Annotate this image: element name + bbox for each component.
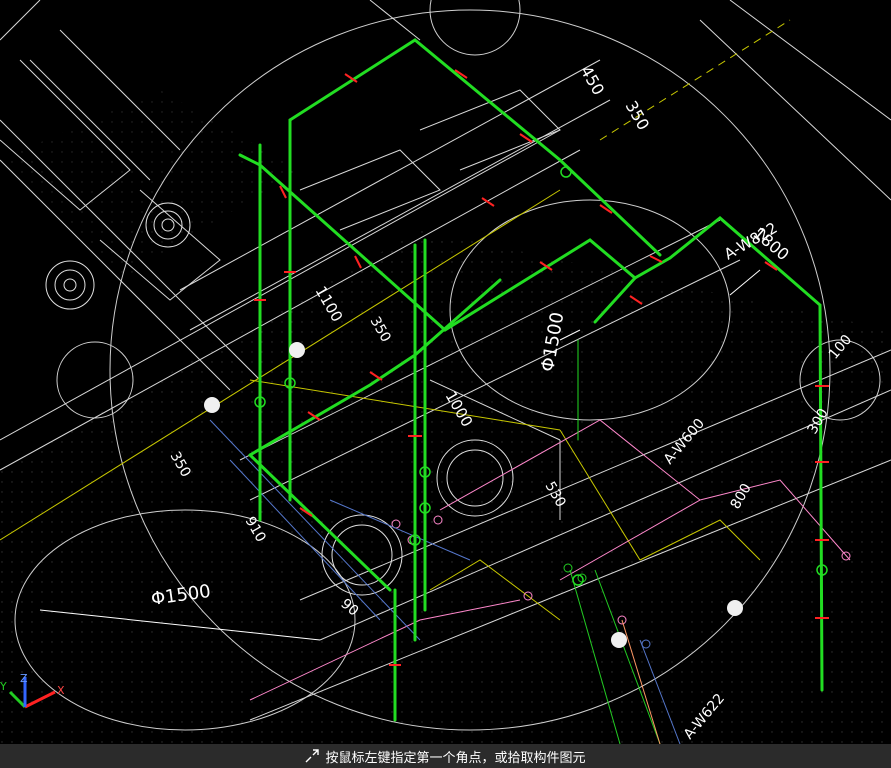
axis-z-label: Z (20, 672, 28, 685)
pipe-main-top (288, 38, 662, 257)
dim-450: 450 (577, 63, 609, 99)
select-cursor-icon (305, 749, 320, 763)
axis-x-label: X (57, 684, 65, 697)
dim-350: 350 (622, 98, 654, 134)
command-status-bar: 按鼠标左键指定第一个角点，或拾取构件图元 (0, 744, 891, 768)
ucs-axis-icon: X Y Z (0, 672, 65, 709)
command-prompt-text: 按鼠标左键指定第一个角点，或拾取构件图元 (325, 750, 586, 766)
pipe-branch (633, 256, 672, 280)
hatch-regions (0, 90, 891, 744)
axis-y-label: Y (0, 680, 7, 693)
drawing-canvas[interactable]: 450 350 1800 A-W822 Φ1500 Φ1500 1100 350… (0, 0, 891, 745)
cad-viewport[interactable]: 450 350 1800 A-W822 Φ1500 Φ1500 1100 350… (0, 0, 891, 768)
